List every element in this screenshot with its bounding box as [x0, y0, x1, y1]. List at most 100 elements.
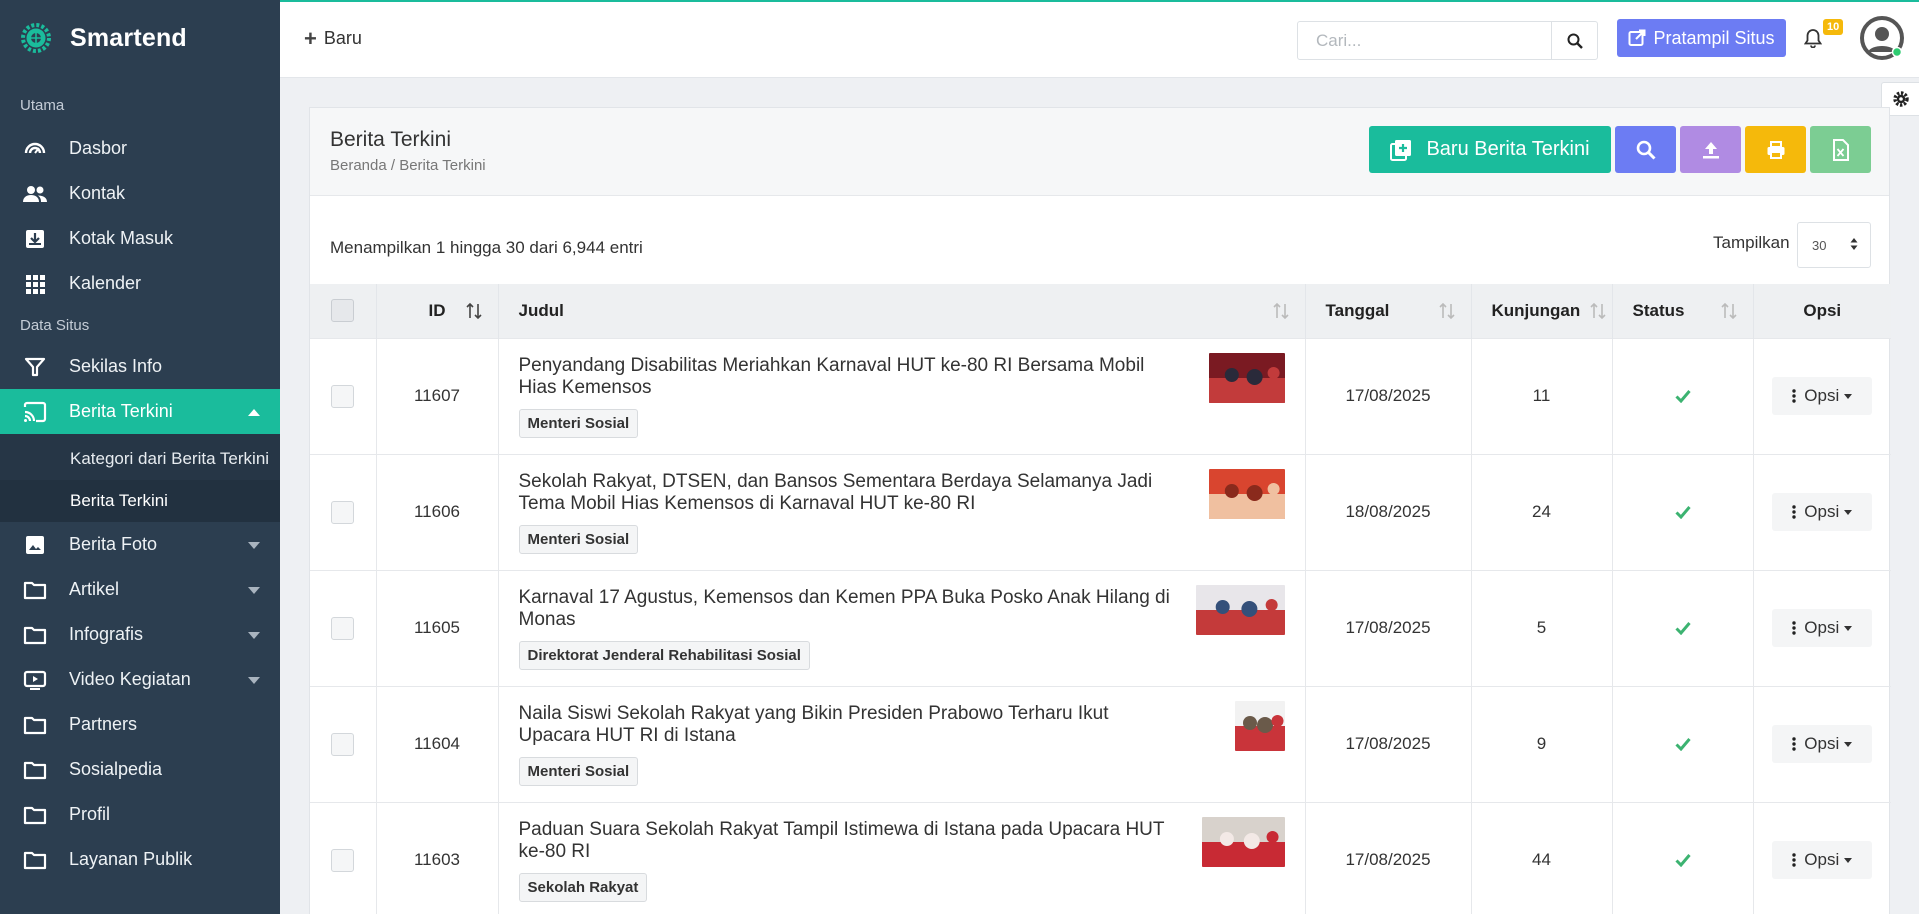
- row-options-button[interactable]: Opsi: [1772, 493, 1873, 531]
- caret-down-icon: [1844, 857, 1853, 863]
- submenu-item-berita-terkini[interactable]: Berita Terkini: [0, 480, 280, 522]
- column-header-judul[interactable]: Judul: [498, 284, 1306, 338]
- column-header-tanggal[interactable]: Tanggal: [1305, 284, 1472, 338]
- more-vertical-icon: [1792, 389, 1796, 403]
- table-row: 11603 Paduan Suara Sekolah Rakyat Tampil…: [310, 801, 1891, 914]
- select-all-header: [310, 284, 377, 338]
- check-icon: [1674, 738, 1691, 751]
- image-icon: [22, 532, 48, 558]
- row-title-link[interactable]: Paduan Suara Sekolah Rakyat Tampil Istim…: [519, 819, 1285, 863]
- preview-site-button[interactable]: Pratampil Situs: [1617, 19, 1786, 57]
- sidebar-item-label: Kalender: [69, 273, 142, 293]
- row-options-button[interactable]: Opsi: [1772, 725, 1873, 763]
- more-vertical-icon: [1792, 737, 1796, 751]
- column-header-label: Status: [1632, 300, 1685, 320]
- sidebar-item-kontak[interactable]: Kontak: [0, 171, 280, 216]
- row-checkbox[interactable]: [331, 848, 354, 872]
- search-button[interactable]: [1551, 22, 1597, 59]
- sidebar-item-sekilas-info[interactable]: Sekilas Info: [0, 344, 280, 389]
- row-checkbox[interactable]: [331, 384, 354, 408]
- row-status-cell: [1612, 337, 1754, 454]
- column-header-label: Tanggal: [1325, 300, 1390, 320]
- sidebar-item-label: Berita Foto: [69, 534, 158, 554]
- row-options-button[interactable]: Opsi: [1772, 609, 1873, 647]
- plus-icon: +: [304, 25, 317, 51]
- row-options-button[interactable]: Opsi: [1772, 841, 1873, 880]
- row-title-link[interactable]: Karnaval 17 Agustus, Kemensos dan Kemen …: [519, 587, 1285, 631]
- page-title: Berita Terkini: [330, 128, 451, 151]
- sidebar-item-berita-foto[interactable]: Berita Foto: [0, 522, 280, 567]
- folder-icon: [22, 622, 48, 648]
- submenu-item-kategori[interactable]: Kategori dari Berita Terkini: [0, 434, 280, 480]
- row-options-label: Opsi: [1804, 734, 1840, 753]
- new-button[interactable]: + Baru: [304, 25, 362, 51]
- sidebar-item-layanan-publik[interactable]: Layanan Publik: [0, 837, 280, 882]
- row-thumbnail: [1201, 816, 1285, 867]
- check-icon: [1674, 622, 1691, 635]
- row-options-label: Opsi: [1804, 618, 1840, 637]
- more-vertical-icon: [1792, 853, 1796, 867]
- row-checkbox[interactable]: [331, 616, 354, 640]
- print-button[interactable]: [1745, 126, 1806, 173]
- upload-button[interactable]: [1680, 126, 1741, 173]
- sort-icon: [1589, 302, 1606, 320]
- sidebar-item-infografis[interactable]: Infografis: [0, 612, 280, 657]
- sidebar-item-label: Layanan Publik: [69, 849, 193, 869]
- content-card: Berita Terkini Beranda / Berita Terkini …: [309, 107, 1891, 914]
- row-title-link[interactable]: Penyandang Disabilitas Meriahkan Karnava…: [519, 355, 1285, 399]
- search-filter-button[interactable]: [1615, 126, 1676, 173]
- sidebar-item-artikel[interactable]: Artikel: [0, 567, 280, 612]
- notification-button[interactable]: [1804, 28, 1822, 48]
- column-header-kunjungan[interactable]: Kunjungan: [1471, 284, 1613, 338]
- sidebar-item-sosialpedia[interactable]: Sosialpedia: [0, 747, 280, 792]
- topbar: + Baru Pratampil Situs 10: [280, 0, 1919, 78]
- row-actions-cell: Opsi: [1753, 801, 1891, 914]
- caret-down-icon: [1844, 393, 1853, 399]
- row-id: 11606: [376, 453, 499, 570]
- sidebar-submenu: Kategori dari Berita Terkini Berita Terk…: [0, 434, 280, 522]
- sidebar-item-berita-terkini[interactable]: Berita Terkini: [0, 389, 280, 434]
- sidebar-item-profil[interactable]: Profil: [0, 792, 280, 837]
- select-arrows-icon: [1850, 238, 1858, 250]
- select-all-checkbox[interactable]: [331, 299, 354, 323]
- breadcrumb[interactable]: Beranda / Berita Terkini: [330, 157, 486, 174]
- caret-down-icon: [1844, 625, 1853, 631]
- row-select-cell: [310, 685, 377, 802]
- export-excel-button[interactable]: [1810, 126, 1871, 173]
- external-link-icon: [1628, 29, 1646, 47]
- row-options-button[interactable]: Opsi: [1772, 377, 1873, 415]
- sidebar-item-kotak-masuk[interactable]: Kotak Masuk: [0, 216, 280, 261]
- column-header-label: Judul: [518, 300, 564, 320]
- grid-icon: [22, 271, 48, 297]
- row-title-link[interactable]: Sekolah Rakyat, DTSEN, dan Bansos Sement…: [519, 471, 1285, 515]
- column-header-id[interactable]: ID: [376, 284, 499, 338]
- row-checkbox[interactable]: [331, 732, 354, 756]
- row-title-cell: Paduan Suara Sekolah Rakyat Tampil Istim…: [498, 801, 1306, 914]
- row-status-cell: [1612, 453, 1754, 570]
- sidebar-item-video-kegiatan[interactable]: Video Kegiatan: [0, 657, 280, 702]
- row-date: 17/08/2025: [1305, 801, 1472, 914]
- row-date: 17/08/2025: [1305, 337, 1472, 454]
- sidebar-item-dasbor[interactable]: Dasbor: [0, 126, 280, 171]
- row-date: 18/08/2025: [1305, 453, 1472, 570]
- table-body: 11607 Penyandang Disabilitas Meriahkan K…: [310, 337, 1891, 914]
- sidebar-item-label: Artikel: [69, 579, 120, 599]
- sidebar-item-label: Dasbor: [69, 138, 128, 158]
- brand-name: Smartend: [70, 23, 187, 52]
- section-label-utama: Utama: [20, 96, 65, 114]
- add-news-button[interactable]: Baru Berita Terkini: [1369, 126, 1611, 173]
- row-checkbox[interactable]: [331, 500, 354, 524]
- gear-icon: [1892, 91, 1909, 107]
- column-header-status[interactable]: Status: [1612, 284, 1754, 338]
- brand[interactable]: Smartend: [0, 0, 280, 76]
- row-actions-cell: Opsi: [1753, 337, 1891, 454]
- search-input[interactable]: [1298, 22, 1551, 59]
- sidebar-item-partners[interactable]: Partners: [0, 702, 280, 747]
- row-options-label: Opsi: [1804, 386, 1840, 405]
- avatar[interactable]: [1860, 16, 1904, 60]
- sidebar: Smartend Utama Dasbor Kontak Kotak Masuk…: [0, 0, 280, 914]
- row-title-link[interactable]: Naila Siswi Sekolah Rakyat yang Bikin Pr…: [519, 703, 1285, 747]
- sidebar-item-kalender[interactable]: Kalender: [0, 261, 280, 306]
- per-page-select[interactable]: 30: [1797, 222, 1871, 268]
- video-icon: [22, 667, 48, 693]
